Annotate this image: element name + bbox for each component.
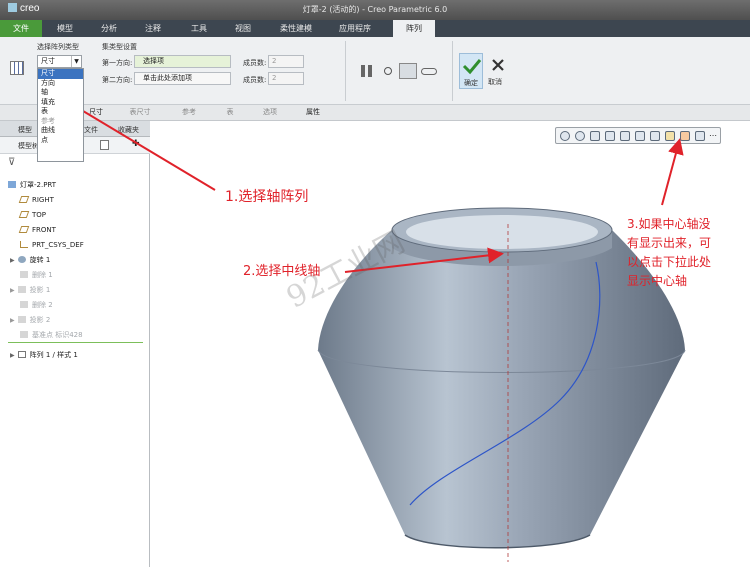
annotation-2: 2.选择中线轴: [243, 264, 321, 279]
dropdown-item-fill[interactable]: 填充: [38, 98, 83, 108]
dropdown-item-curve[interactable]: 曲线: [38, 126, 83, 136]
dropdown-item-table[interactable]: 表: [38, 107, 83, 117]
arrow-3: [661, 138, 684, 206]
annotation-3-line: 有显示出来，可: [627, 236, 712, 250]
annotation-3-line: 3.如果中心轴没: [627, 217, 711, 231]
dropdown-item-reference[interactable]: 参考: [38, 117, 83, 127]
pattern-type-dropdown: 尺寸 方向 轴 填充 表 参考 曲线 点: [37, 68, 84, 162]
annotation-3: 3.如果中心轴没 有显示出来，可 以点击下拉此处 显示中心轴: [627, 215, 711, 291]
dropdown-item-axis[interactable]: 轴: [38, 88, 83, 98]
dropdown-item-dimension[interactable]: 尺寸: [38, 69, 83, 79]
annotation-1: 1.选择轴阵列: [225, 189, 309, 205]
dropdown-item-point[interactable]: 点: [38, 136, 83, 146]
annotation-3-line: 显示中心轴: [627, 274, 688, 288]
dropdown-item-direction[interactable]: 方向: [38, 79, 83, 89]
opening: [406, 215, 598, 249]
annotation-3-line: 以点击下拉此处: [627, 255, 712, 269]
